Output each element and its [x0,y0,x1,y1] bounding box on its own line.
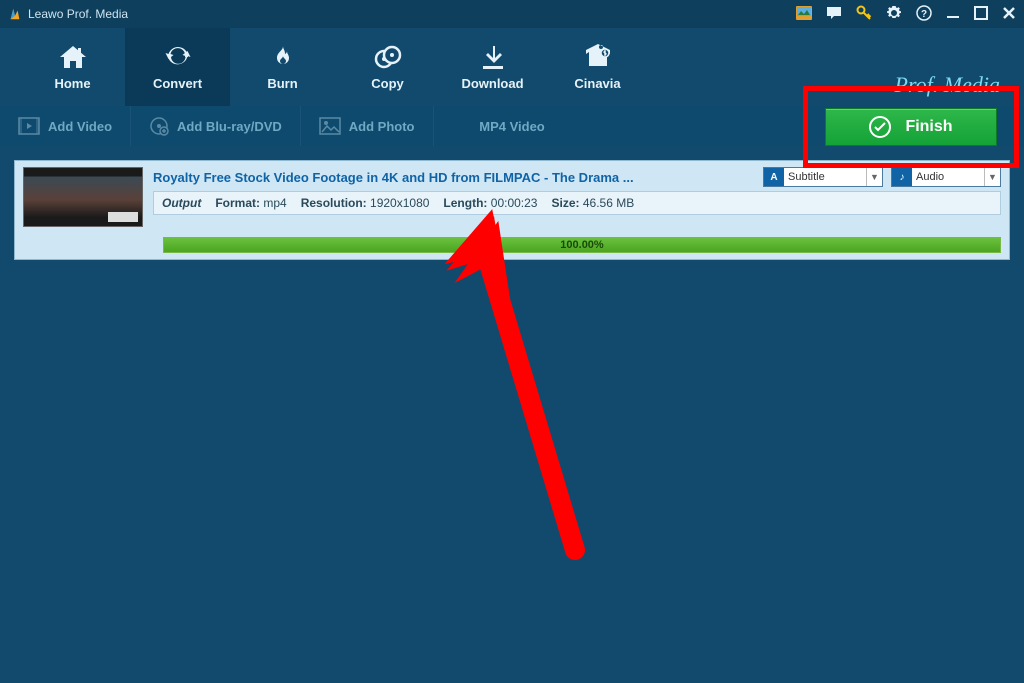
svg-text:?: ? [921,9,927,20]
help-icon[interactable]: ? [916,5,932,24]
meta-key: Resolution: [301,196,367,210]
nav-label: Home [54,76,90,91]
app-logo-icon [8,7,22,21]
message-icon[interactable] [826,6,842,23]
meta-key: Length: [443,196,487,210]
add-video-button[interactable]: Add Video [0,106,131,146]
nav-label: Download [461,76,523,91]
nav-home[interactable]: Home [20,28,125,106]
output-meta: Output Format: mp4 Resolution: 1920x1080… [153,191,1001,215]
video-title: Royalty Free Stock Video Footage in 4K a… [153,170,755,185]
audio-label: Audio [916,171,948,183]
home-icon [58,44,88,70]
chevron-down-icon: ▼ [984,168,1000,186]
gallery-icon[interactable] [796,6,812,23]
red-arrow-annotation [445,210,625,570]
progress-text: 100.00% [560,239,603,251]
red-arrow-annotation-head [445,208,625,568]
subtitle-dropdown[interactable]: A Subtitle ▼ [763,167,883,187]
meta-val: 00:00:23 [491,196,538,210]
nav-label: Convert [153,76,202,91]
checkmark-icon [869,116,891,138]
convert-icon [163,44,193,70]
download-icon [478,44,508,70]
subtitle-icon: A [764,168,784,186]
window-title: Leawo Prof. Media [28,7,796,21]
finish-highlight-annotation: Finish [803,86,1019,168]
meta-key: Size: [551,196,579,210]
copy-icon [373,44,403,70]
audio-icon: ♪ [892,168,912,186]
video-thumbnail[interactable] [23,167,143,227]
finish-button[interactable]: Finish [825,108,997,146]
nav-label: Burn [267,76,297,91]
nav-copy[interactable]: Copy [335,28,440,106]
photo-icon [319,117,341,135]
nav-cinavia[interactable]: Cinavia [545,28,650,106]
add-photo-button[interactable]: Add Photo [301,106,434,146]
nav-burn[interactable]: Burn [230,28,335,106]
task-card: Royalty Free Stock Video Footage in 4K a… [14,160,1010,260]
toolbar-label: Add Video [48,119,112,134]
burn-icon [268,44,298,70]
film-icon [18,117,40,135]
output-label: Output [162,196,201,210]
format-label: MP4 Video [479,119,545,134]
meta-val: 1920x1080 [370,196,429,210]
nav-label: Cinavia [574,76,620,91]
settings-gear-icon[interactable] [886,5,902,24]
title-bar: Leawo Prof. Media ? [0,0,1024,28]
close-icon[interactable] [1002,6,1016,23]
toolbar-label: Add Photo [349,119,415,134]
add-bluray-button[interactable]: Add Blu-ray/DVD [131,106,301,146]
audio-dropdown[interactable]: ♪ Audio ▼ [891,167,1001,187]
nav-label: Copy [371,76,404,91]
meta-val: 46.56 MB [583,196,634,210]
maximize-icon[interactable] [974,6,988,23]
nav-convert[interactable]: Convert [125,28,230,106]
cinavia-icon [583,44,613,70]
subtitle-label: Subtitle [788,171,829,183]
progress-bar: 100.00% [163,237,1001,253]
output-format-selector[interactable]: MP4 Video [479,119,545,134]
meta-val: mp4 [263,196,286,210]
chevron-down-icon: ▼ [866,168,882,186]
finish-label: Finish [905,118,952,136]
nav-download[interactable]: Download [440,28,545,106]
disc-icon [149,116,169,136]
key-icon[interactable] [856,5,872,24]
toolbar-label: Add Blu-ray/DVD [177,119,282,134]
minimize-icon[interactable] [946,6,960,23]
meta-key: Format: [215,196,260,210]
